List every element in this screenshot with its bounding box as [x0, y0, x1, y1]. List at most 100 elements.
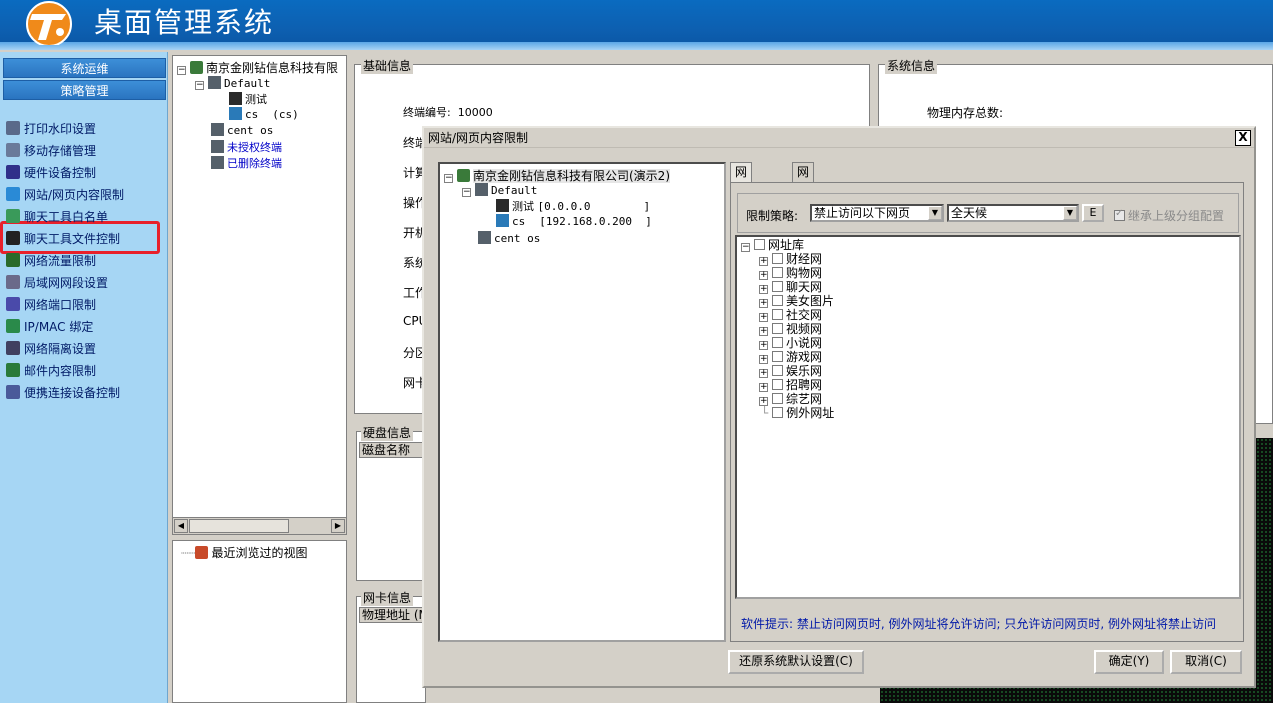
- tree-node-terminal[interactable]: cs (cs): [229, 107, 299, 121]
- horizontal-scrollbar[interactable]: ◀ ▶: [173, 517, 346, 534]
- sidebar-item[interactable]: 聊天工具白名单: [6, 207, 108, 227]
- time-select[interactable]: 全天候 ▼: [947, 204, 1079, 222]
- edit-time-button[interactable]: E: [1082, 204, 1104, 222]
- sidebar-item[interactable]: 网络隔离设置: [6, 339, 96, 359]
- dlg-tree-company[interactable]: − 南京金刚钻信息科技有限公司(演示2): [444, 167, 670, 184]
- strategy-select[interactable]: 禁止访问以下网页 ▼: [810, 204, 944, 222]
- url-category-node[interactable]: + 娱乐网: [759, 365, 822, 378]
- url-category-node[interactable]: + 视频网: [759, 323, 822, 336]
- checkbox-icon[interactable]: [754, 239, 765, 250]
- sidebar-item[interactable]: 网站/网页内容限制: [6, 185, 124, 205]
- checkbox-icon[interactable]: [772, 365, 783, 376]
- url-category-label: 财经网: [786, 252, 823, 266]
- url-category-node[interactable]: + 美女图片: [759, 295, 834, 308]
- tree-node-terminal[interactable]: 测试: [229, 91, 267, 107]
- checkbox-icon[interactable]: [772, 379, 783, 390]
- checkbox-icon[interactable]: [772, 267, 783, 278]
- collapse-icon[interactable]: −: [177, 66, 186, 75]
- checkbox-icon[interactable]: [772, 295, 783, 306]
- url-category-node[interactable]: + 聊天网: [759, 281, 822, 294]
- url-category-node[interactable]: + 招聘网: [759, 379, 822, 392]
- recent-views-item[interactable]: ┈┈ 最近浏览过的视图: [181, 544, 307, 561]
- dlg-tree-centos[interactable]: cent os: [478, 231, 540, 245]
- url-category-label: 小说网: [786, 336, 823, 350]
- checkbox-icon[interactable]: [772, 323, 783, 334]
- tree-node-default[interactable]: − Default: [195, 76, 270, 90]
- tab-website-restriction[interactable]: 网站限制: [730, 162, 753, 236]
- checkbox-icon[interactable]: [1114, 208, 1125, 221]
- ok-button[interactable]: 确定(Y): [1094, 650, 1164, 674]
- expand-icon[interactable]: +: [759, 299, 768, 308]
- url-category-node[interactable]: + 购物网: [759, 267, 822, 280]
- checkbox-icon[interactable]: [772, 351, 783, 362]
- scroll-left-icon[interactable]: ◀: [174, 519, 188, 533]
- cancel-button[interactable]: 取消(C): [1170, 650, 1242, 674]
- chevron-down-icon[interactable]: ▼: [928, 206, 942, 220]
- checkbox-icon[interactable]: [772, 337, 783, 348]
- expand-icon[interactable]: +: [759, 369, 768, 378]
- expand-icon[interactable]: +: [759, 327, 768, 336]
- dlg-tree-terminal[interactable]: 测试 [0.0.0.0 ]: [496, 198, 650, 214]
- expand-icon[interactable]: +: [759, 313, 768, 322]
- sidebar-tab-ops[interactable]: 系统运维: [3, 58, 166, 78]
- collapse-icon[interactable]: −: [195, 81, 204, 90]
- sidebar-item[interactable]: 邮件内容限制: [6, 361, 96, 381]
- scroll-right-icon[interactable]: ▶: [331, 519, 345, 533]
- disk-info-group: 硬盘信息 磁盘名称: [356, 424, 426, 581]
- disk-col-header[interactable]: 磁盘名称: [359, 442, 423, 458]
- url-category-node[interactable]: + 社交网: [759, 309, 822, 322]
- restore-defaults-button[interactable]: 还原系统默认设置(C): [728, 650, 864, 674]
- tree-node-deleted[interactable]: 已删除终端: [211, 155, 282, 171]
- dlg-tree-terminal[interactable]: cs [192.168.0.200 ]: [496, 214, 652, 228]
- sidebar-item[interactable]: 局域网网段设置: [6, 273, 108, 293]
- tree-node-centos[interactable]: cent os: [211, 123, 273, 137]
- checkbox-icon[interactable]: [772, 253, 783, 264]
- terminal-name: cs: [245, 108, 259, 121]
- collapse-icon[interactable]: −: [462, 188, 471, 197]
- collapse-icon[interactable]: −: [741, 243, 750, 252]
- dlg-tree-default[interactable]: − Default: [462, 183, 537, 197]
- network-icon: [457, 169, 470, 182]
- sidebar-item[interactable]: 打印水印设置: [6, 119, 96, 139]
- hardware-icon: [6, 165, 20, 179]
- expand-icon[interactable]: +: [759, 257, 768, 266]
- app-title: 桌面管理系统: [94, 6, 275, 39]
- checkbox-icon[interactable]: [772, 281, 783, 292]
- sidebar-item[interactable]: 硬件设备控制: [6, 163, 96, 183]
- expand-icon[interactable]: +: [759, 355, 768, 364]
- expand-icon[interactable]: +: [759, 383, 768, 392]
- sidebar-item[interactable]: IP/MAC 绑定: [6, 317, 93, 337]
- sidebar-item[interactable]: 网络流量限制: [6, 251, 96, 271]
- inherit-checkbox[interactable]: 继承上级分组配置: [1114, 207, 1224, 224]
- usb-storage-icon: [6, 143, 20, 157]
- url-category-node[interactable]: + 游戏网: [759, 351, 822, 364]
- checkbox-icon[interactable]: [772, 393, 783, 404]
- sidebar-item[interactable]: 移动存储管理: [6, 141, 96, 161]
- tree-node-unauthorized[interactable]: 未授权终端: [211, 139, 282, 155]
- sidebar-tab-policy[interactable]: 策略管理: [3, 80, 166, 100]
- scroll-thumb[interactable]: [189, 519, 289, 533]
- checkbox-icon[interactable]: [772, 407, 784, 418]
- url-root-node[interactable]: − 网址库: [741, 239, 804, 252]
- expand-icon[interactable]: +: [759, 285, 768, 294]
- url-category-node[interactable]: + 财经网: [759, 253, 822, 266]
- url-exception-node[interactable]: └ 例外网址: [761, 407, 834, 420]
- sidebar-item-label: 局域网网段设置: [24, 276, 109, 290]
- collapse-icon[interactable]: −: [444, 174, 453, 183]
- sidebar-item[interactable]: 便携连接设备控制: [6, 383, 120, 403]
- close-icon[interactable]: X: [1235, 130, 1251, 146]
- sidebar-item[interactable]: 网络端口限制: [6, 295, 96, 315]
- url-category-node[interactable]: + 小说网: [759, 337, 822, 350]
- expand-icon[interactable]: +: [759, 271, 768, 280]
- chevron-down-icon[interactable]: ▼: [1063, 206, 1077, 220]
- computer-icon: [496, 199, 509, 212]
- checkbox-icon[interactable]: [772, 309, 783, 320]
- sidebar-item[interactable]: 聊天工具文件控制: [6, 229, 120, 249]
- terminal-name: 测试: [512, 200, 534, 213]
- expand-icon[interactable]: +: [759, 341, 768, 350]
- tree-node-company[interactable]: − 南京金刚钻信息科技有限: [177, 59, 338, 76]
- tab-page-content-restriction[interactable]: 网页内容限制: [792, 162, 815, 274]
- url-category-node[interactable]: + 综艺网: [759, 393, 822, 406]
- nic-col-header[interactable]: 物理地址 (M: [359, 607, 423, 623]
- expand-icon[interactable]: +: [759, 397, 768, 406]
